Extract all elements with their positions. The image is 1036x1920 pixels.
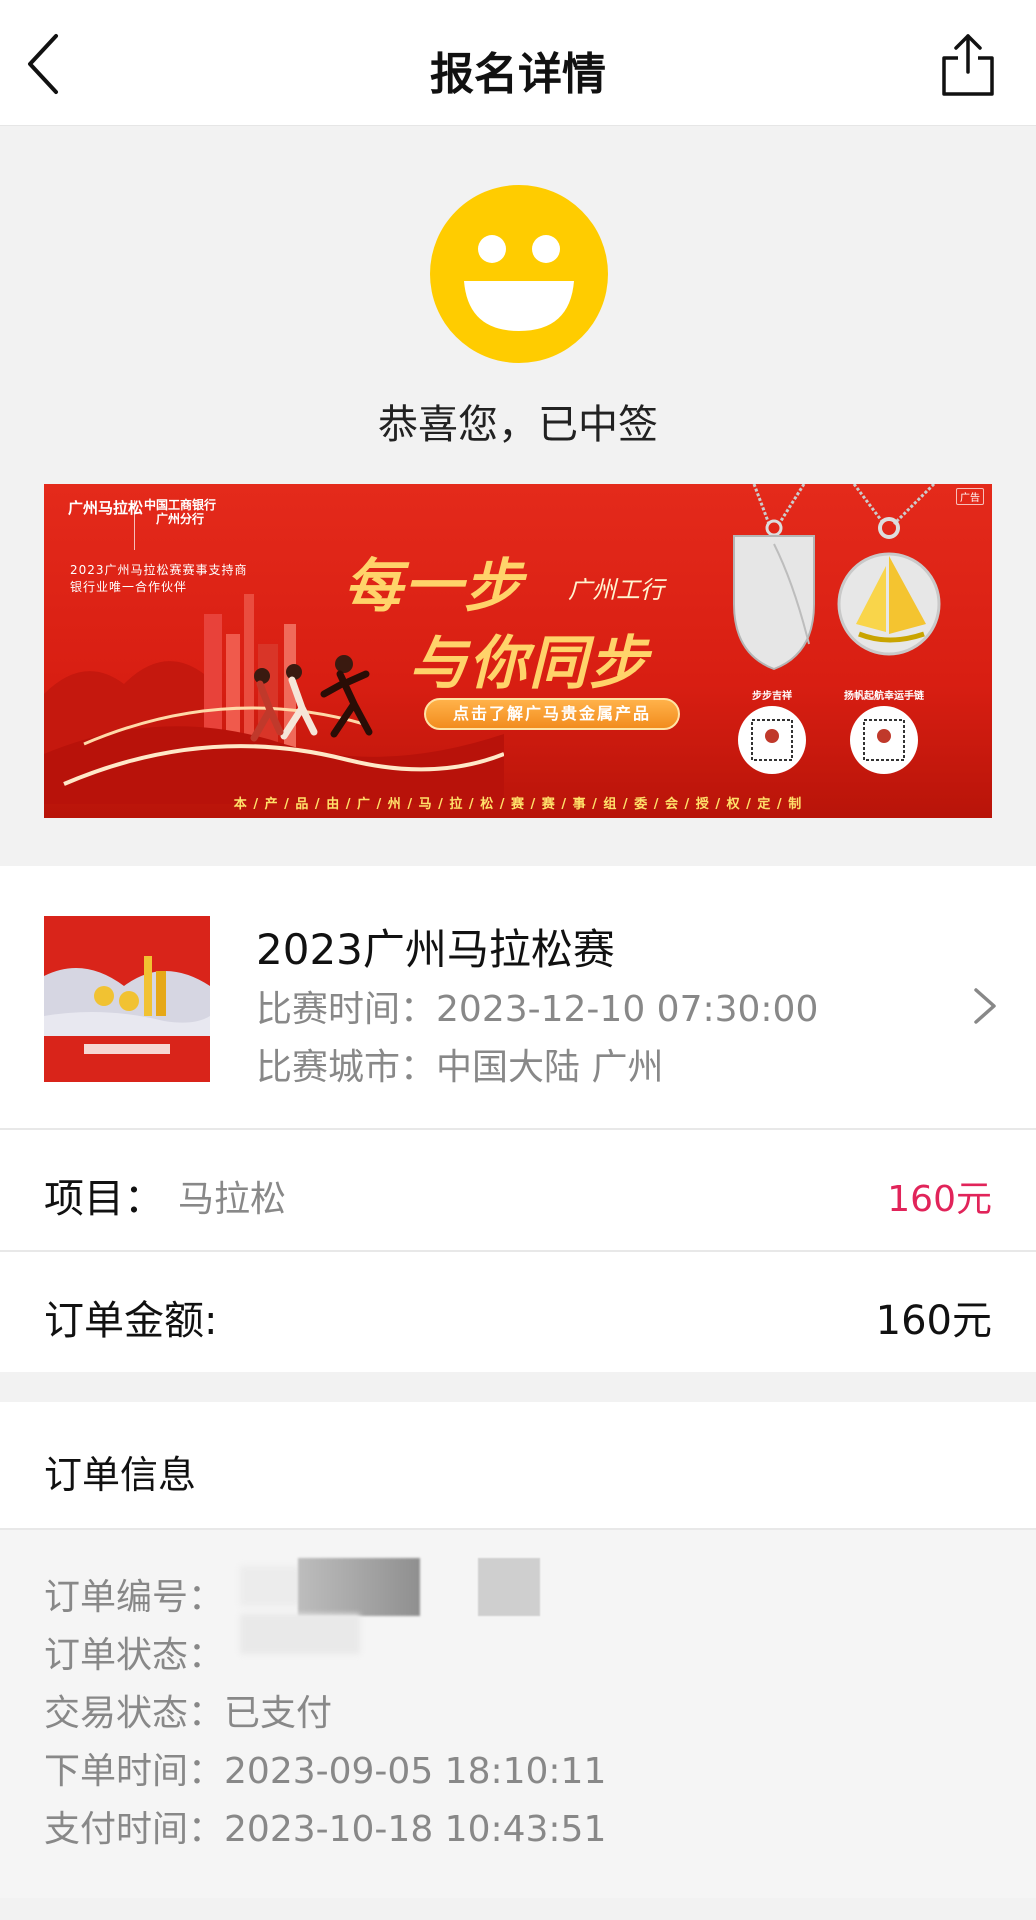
paid-time-value: 2023-10-18 10:43:51 [224,1809,607,1850]
order-number-label: 订单编号： [44,1577,225,1618]
item-label: 项目： [44,1176,164,1222]
result-message: 恭喜您，已中签 [378,402,658,448]
event-name: 2023广州马拉松赛 [256,925,615,974]
banner-headline-sub: 广州工行 [568,576,664,604]
silver-medal-image [733,484,815,671]
order-info-details: 订单编号： 订单状态： 交易状态：已支付 下单时间：2023-09-05 18:… [0,1530,1036,1898]
qr-pattern-2 [863,719,905,761]
banner-cta-button[interactable]: 点击了解广马贵金属产品 [424,698,680,730]
icbc-branch: 广州分行 [156,512,205,526]
event-thumbnail [44,916,210,1082]
icbc-name: 中国工商银行 [144,498,217,512]
trade-status-label: 交易状态： [44,1693,225,1734]
medal-label-1: 步步吉祥 [752,691,792,702]
event-city-value: 中国大陆 广州 [436,1047,664,1088]
medal-label-2: 扬帆起航幸运手链 [844,691,924,702]
order-number-line: 订单编号： [44,1568,224,1620]
banner-headline-2: 与你同步 [409,629,650,697]
item-price: 160元 [887,1179,992,1220]
event-card[interactable]: 2023广州马拉松赛 比赛时间：2023-12-10 07:30:00 比赛城市… [0,866,1036,1128]
order-info-header: 订单信息 [0,1402,1036,1528]
redacted-blur [240,1614,360,1654]
ad-banner[interactable]: 广告 广州马拉松 中国工商银行 广州分行 2023广州马拉松赛赛事支持商 银行业… [44,484,992,818]
qr-code-2 [850,706,918,774]
event-time-label: 比赛时间： [256,989,437,1030]
ad-tag: 广告 [956,488,984,505]
order-status-label: 订单状态： [44,1635,225,1676]
marathon-logo: 广州马拉松 [68,499,144,517]
redacted-blur [240,1566,300,1606]
divider [0,1128,1036,1130]
created-time-value: 2023-09-05 18:10:11 [224,1751,607,1792]
event-city-label: 比赛城市： [256,1047,437,1088]
order-total-value: 160元 [875,1298,992,1344]
item-value: 马拉松 [178,1179,287,1220]
gold-pendant-image [837,484,941,656]
divider [0,1250,1036,1252]
smiley-icon [430,185,608,363]
share-button[interactable] [938,30,998,100]
redacted-blur [298,1558,420,1616]
created-time-line: 下单时间：2023-09-05 18:10:11 [44,1742,606,1794]
icbc-logo: 中国工商银行 广州分行 [144,498,216,526]
event-time: 比赛时间：2023-12-10 07:30:00 [256,980,818,1032]
paid-time-line: 支付时间：2023-10-18 10:43:51 [44,1800,606,1852]
nav-header: 报名详情 [0,0,1036,126]
order-info-title: 订单信息 [44,1453,197,1497]
chevron-right-icon [974,988,996,1024]
qr-code-1 [738,706,806,774]
event-time-value: 2023-12-10 07:30:00 [436,989,819,1030]
banner-headline-1: 每一步 [344,552,525,620]
order-status-line: 订单状态： [44,1626,224,1678]
event-city: 比赛城市：中国大陆 广州 [256,1038,663,1090]
page-title: 报名详情 [430,49,606,100]
order-total-label: 订单金额: [44,1298,218,1344]
trade-status-value: 已支付 [224,1693,333,1734]
share-icon [942,34,994,96]
order-total-row: 订单金额: 160元 [0,1252,1036,1372]
qr-pattern-1 [751,719,793,761]
paid-time-label: 支付时间： [44,1809,225,1850]
banner-footer-text: 本 / 产 / 品 / 由 / 广 / 州 / 马 / 拉 / 松 / 赛 / … [233,797,803,812]
created-time-label: 下单时间： [44,1751,225,1792]
brand-divider [134,500,135,550]
item-row: 项目： 马拉松 160元 [0,1130,1036,1250]
trade-status-line: 交易状态：已支付 [44,1684,332,1736]
redacted-blur [478,1558,540,1616]
result-section: 恭喜您，已中签 广告 广州马拉松 中国工商银行 广州分行 2023广州马拉松赛赛… [0,127,1036,865]
